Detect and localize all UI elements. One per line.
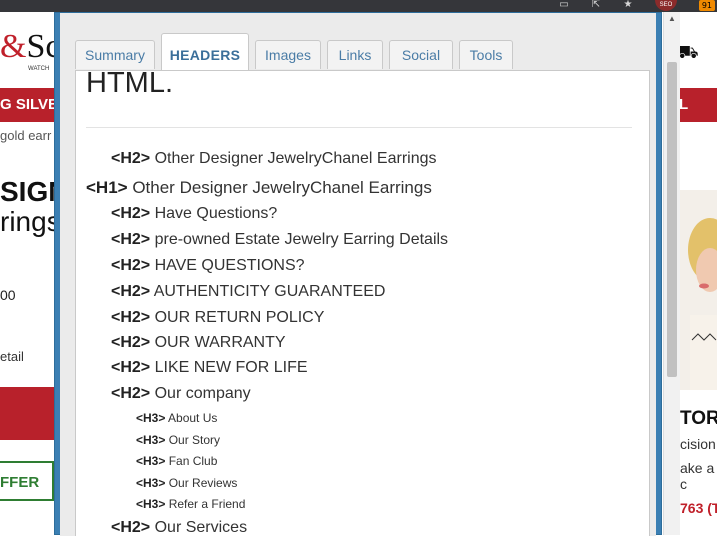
header-item[interactable]: <H3> About Us	[136, 411, 217, 425]
tab-summary[interactable]: Summary	[75, 40, 155, 69]
header-text: Our Story	[168, 433, 221, 447]
header-tag: <H2>	[111, 283, 151, 300]
tab-headers[interactable]: HEADERS	[161, 33, 249, 70]
tab-links[interactable]: Links	[327, 40, 383, 69]
print-icon[interactable]: ▭	[558, 0, 570, 10]
header-item[interactable]: <H2> LIKE NEW FOR LIFE	[111, 359, 308, 377]
open-in-new-icon[interactable]: ⇱	[590, 0, 602, 10]
header-tag: <H2>	[111, 359, 151, 376]
header-text: OUR RETURN POLICY	[154, 309, 325, 326]
header-tag: <H2>	[111, 519, 151, 536]
header-text: Our Reviews	[168, 476, 238, 490]
header-item[interactable]: <H2> Other Designer JewelryChanel Earrin…	[111, 150, 437, 168]
logo-subtitle: WATCH	[28, 66, 50, 72]
header-text: Refer a Friend	[168, 497, 246, 511]
header-text: LIKE NEW FOR LIFE	[154, 359, 308, 376]
header-tag: <H3>	[136, 476, 166, 490]
header-tag: <H3>	[136, 433, 166, 447]
advisor-heading: TOR	[680, 408, 717, 429]
header-item[interactable]: <H3> Refer a Friend	[136, 497, 245, 511]
scroll-up-icon[interactable]: ▲	[664, 14, 680, 23]
header-item[interactable]: <H2> HAVE QUESTIONS?	[111, 257, 305, 275]
seo-extension-popup: Summary HEADERS Images Links Social Tool…	[54, 12, 662, 536]
header-item[interactable]: <H2> OUR RETURN POLICY	[111, 309, 324, 327]
header-text: pre-owned Estate Jewelry Earring Details	[154, 231, 449, 248]
header-item[interactable]: <H2> Our company	[111, 385, 251, 403]
header-tag: <H1>	[86, 178, 128, 197]
section-divider	[86, 127, 632, 128]
header-text: Other Designer JewelryChanel Earrings	[154, 150, 437, 167]
header-tag: <H2>	[111, 334, 151, 351]
header-tag: <H2>	[111, 150, 151, 167]
section-title: HTML.	[86, 70, 173, 99]
advisor-text-line-2: ake a c	[680, 460, 715, 492]
scrollbar-thumb[interactable]	[667, 62, 677, 377]
site-logo[interactable]: &Sc	[0, 30, 60, 64]
logo-ampersand: &	[0, 28, 27, 65]
header-text: Have Questions?	[154, 205, 278, 222]
header-item[interactable]: <H3> Our Reviews	[136, 476, 237, 490]
tab-images[interactable]: Images	[255, 40, 321, 69]
header-tag: <H3>	[136, 497, 166, 511]
header-tag: <H3>	[136, 411, 166, 425]
product-price: 00	[0, 287, 16, 303]
header-text: HAVE QUESTIONS?	[154, 257, 305, 274]
header-item[interactable]: <H2> Have Questions?	[111, 205, 277, 223]
header-item[interactable]: <H3> Our Story	[136, 433, 220, 447]
bookmark-star-icon[interactable]: ★	[622, 0, 634, 10]
browser-toolbar: ▭ ⇱ ★ SEO 91	[0, 0, 717, 12]
detail-link[interactable]: etail	[0, 349, 24, 364]
header-text: OUR WARRANTY	[154, 334, 286, 351]
breadcrumb[interactable]: gold earr	[0, 128, 51, 143]
header-tag: <H2>	[111, 385, 151, 402]
tab-social[interactable]: Social	[389, 40, 453, 69]
header-item[interactable]: <H2> Our Services	[111, 519, 247, 536]
header-item[interactable]: <H1> Other Designer JewelryChanel Earrin…	[86, 178, 432, 198]
header-tag: <H2>	[111, 309, 151, 326]
add-to-cart-button[interactable]	[0, 387, 55, 440]
header-tag: <H2>	[111, 205, 151, 222]
header-text: Our company	[154, 385, 251, 402]
product-subtitle: rings	[0, 206, 61, 237]
header-item[interactable]: <H2> pre-owned Estate Jewelry Earring De…	[111, 231, 448, 249]
header-text: Our Services	[154, 519, 248, 536]
header-item[interactable]: <H2> OUR WARRANTY	[111, 334, 286, 352]
header-item[interactable]: <H2> AUTHENTICITY GUARANTEED	[111, 283, 385, 301]
header-tag: <H2>	[111, 257, 151, 274]
headers-panel: HTML. <H2> Other Designer JewelryChanel …	[75, 70, 650, 536]
header-tag: <H2>	[111, 231, 151, 248]
page-scrollbar[interactable]: ▲	[663, 12, 680, 535]
advisor-photo	[680, 190, 717, 390]
header-tag: <H3>	[136, 454, 166, 468]
header-text: AUTHENTICITY GUARANTEED	[153, 283, 386, 300]
popup-body: Summary HEADERS Images Links Social Tool…	[60, 13, 656, 536]
header-text: Other Designer JewelryChanel Earrings	[132, 178, 432, 197]
make-offer-button[interactable]: FFER	[0, 461, 54, 501]
nav-menu-left[interactable]: G SILVE	[0, 88, 55, 122]
header-text: Fan Club	[168, 454, 218, 468]
header-text: About Us	[168, 411, 218, 425]
advisor-text-line-1: cision	[680, 436, 716, 452]
extension-badge[interactable]: 91	[698, 0, 715, 11]
advisor-phone[interactable]: 763 (T	[680, 500, 717, 516]
tab-tools[interactable]: Tools	[459, 40, 513, 69]
header-item[interactable]: <H3> Fan Club	[136, 454, 217, 468]
seo-extension-icon[interactable]: SEO	[655, 0, 677, 11]
